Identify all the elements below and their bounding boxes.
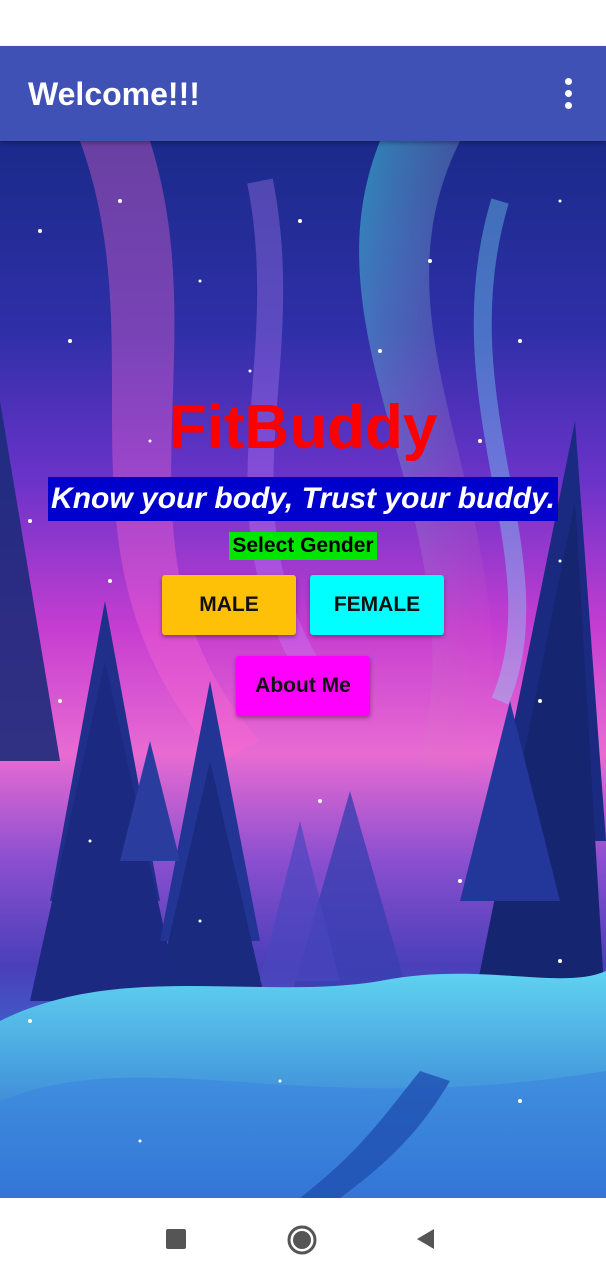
system-nav-bar (0, 1198, 606, 1280)
about-me-button[interactable]: About Me (236, 656, 370, 716)
select-gender-label: Select Gender (229, 532, 377, 560)
app-bar: Welcome!!! (0, 46, 606, 141)
home-icon[interactable] (286, 1224, 318, 1256)
back-icon[interactable] (414, 1227, 438, 1251)
tagline: Know your body, Trust your buddy. (48, 477, 558, 521)
recents-icon[interactable] (166, 1229, 186, 1249)
female-button[interactable]: FEMALE (310, 575, 444, 635)
app-name-heading: FitBuddy (168, 393, 438, 462)
status-bar (0, 0, 606, 46)
app-title: Welcome!!! (28, 76, 200, 112)
overflow-menu-icon[interactable] (550, 68, 586, 118)
male-button[interactable]: MALE (162, 575, 296, 635)
